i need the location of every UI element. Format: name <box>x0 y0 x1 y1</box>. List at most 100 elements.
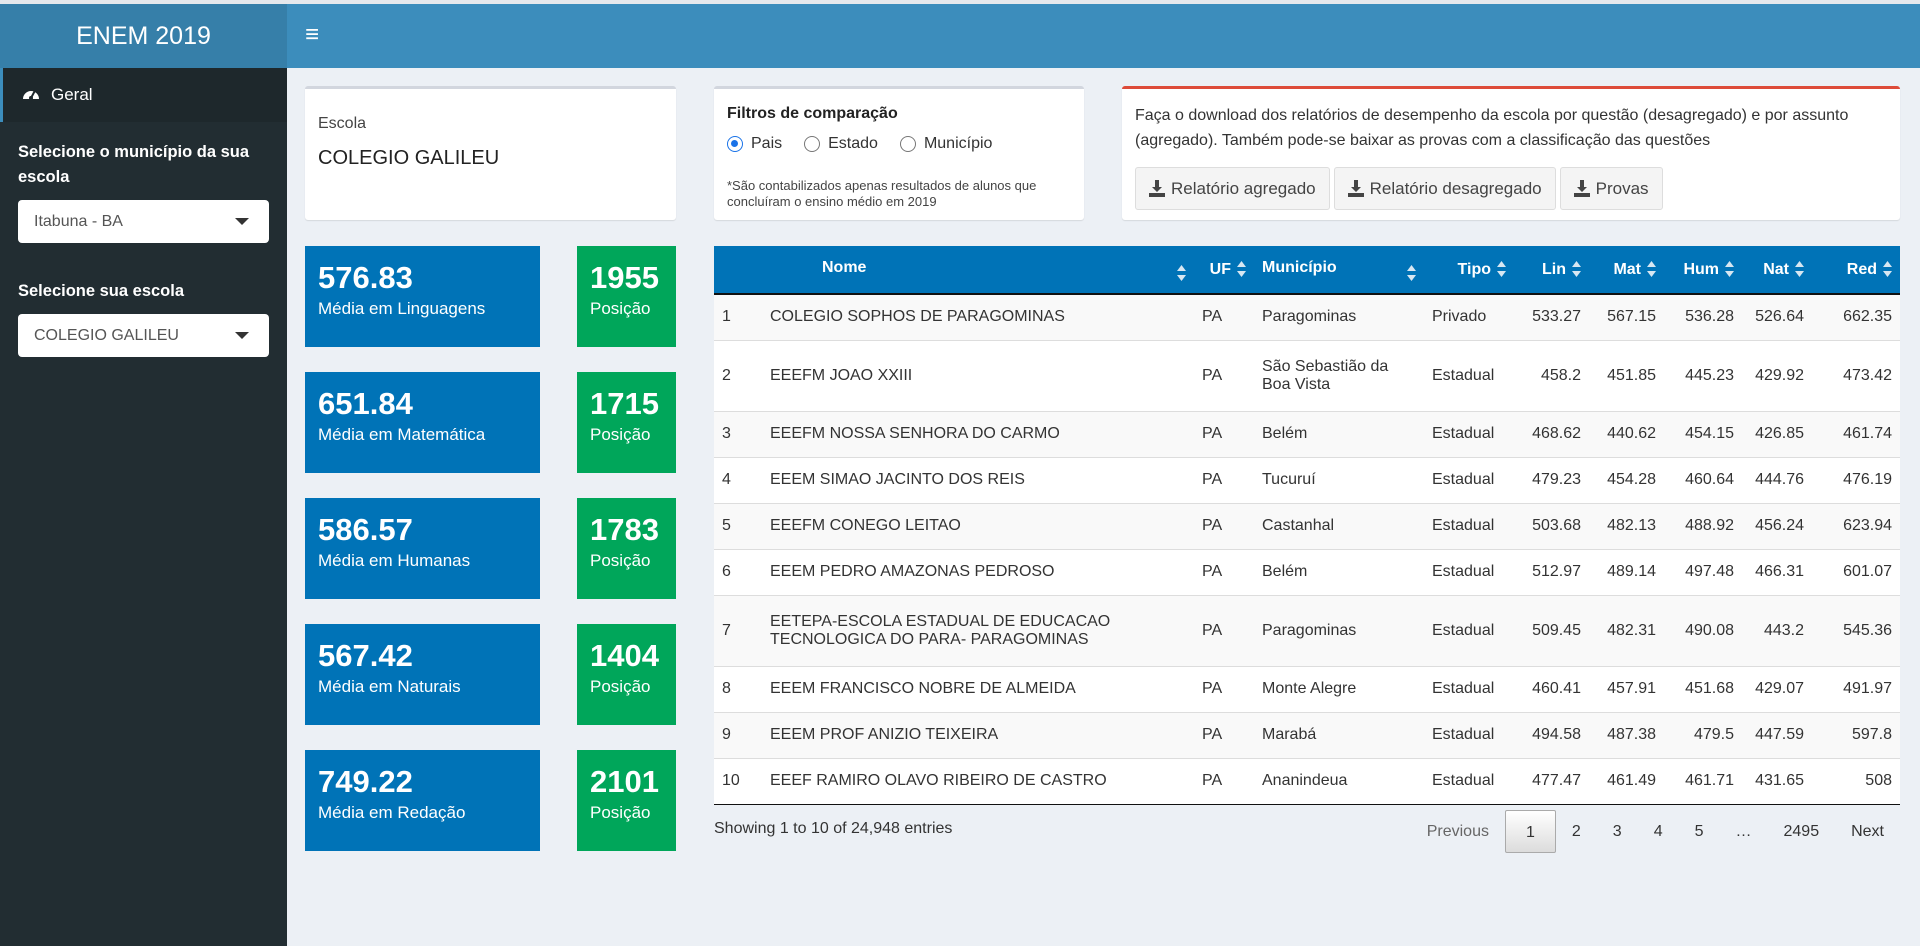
table-row[interactable]: 6 EEEM PEDRO AMAZONAS PEDROSO PA Belém E… <box>714 549 1900 595</box>
cell-lin: 460.41 <box>1532 680 1581 697</box>
cell-nat: 429.92 <box>1755 366 1804 384</box>
relatorio-desagregado-button[interactable]: Relatório desagregado <box>1333 167 1556 210</box>
cell-nat: 526.64 <box>1755 308 1804 326</box>
posicao-label: Posição <box>590 551 651 570</box>
radio-circle[interactable] <box>899 136 916 152</box>
cell-municipio: Paragominas <box>1262 308 1357 326</box>
radio-pais[interactable]: Pais <box>727 135 782 153</box>
cell-uf: PA <box>1202 772 1223 789</box>
dashboard-gauge-icon <box>23 91 39 100</box>
cell-nat: 429.07 <box>1755 680 1804 697</box>
media-value: 576.83 <box>318 260 413 295</box>
button-label: Relatório agregado <box>1171 178 1316 198</box>
table-row[interactable]: 4 EEEM SIMAO JACINTO DOS REIS PA Tucuruí… <box>714 457 1900 503</box>
provas-button[interactable]: Provas <box>1559 167 1663 210</box>
download-box: Faça o download dos relatórios de desemp… <box>1122 86 1900 220</box>
download-description: Faça o download dos relatórios de desemp… <box>1135 107 1849 149</box>
cell-index: 3 <box>722 425 731 442</box>
col-header-label: Hum <box>1683 260 1719 278</box>
table-row[interactable]: 1 COLEGIO SOPHOS DE PARAGOMINAS PA Parag… <box>714 294 1900 340</box>
cell-tipo: Privado <box>1432 308 1487 326</box>
cell-lin: 458.2 <box>1540 366 1581 384</box>
media-label: Média em Naturais <box>318 677 461 696</box>
pagination-page-3[interactable]: 3 <box>1597 810 1638 853</box>
hamburger-menu-icon[interactable]: ≡ <box>305 23 323 47</box>
download-icon <box>1573 180 1590 197</box>
sort-icon <box>1237 261 1246 278</box>
cell-nat: 426.85 <box>1755 425 1804 442</box>
cell-municipio: Monte Alegre <box>1262 680 1357 697</box>
table-row[interactable]: 3 EEEFM NOSSA SENHORA DO CARMO PA Belém … <box>714 411 1900 457</box>
table-row[interactable]: 10 EEEF RAMIRO OLAVO RIBEIRO DE CASTRO P… <box>714 758 1900 804</box>
cell-hum: 479.5 <box>1693 726 1734 743</box>
pagination-next[interactable]: Next <box>1835 810 1900 853</box>
municipio-select[interactable]: Itabuna - BA <box>18 200 269 243</box>
col-header-nome[interactable]: Nome <box>762 246 1194 295</box>
cell-hum: 497.48 <box>1685 563 1734 580</box>
cell-nome: EEEFM JOAO XXIII <box>770 366 913 384</box>
pagination-page-5[interactable]: 5 <box>1679 810 1720 853</box>
cell-tipo: Estadual <box>1432 772 1495 789</box>
radio-municipio[interactable]: Município <box>899 135 992 153</box>
posicao-value: 2101 <box>590 764 659 799</box>
col-header-lin[interactable]: Lin <box>1514 246 1589 295</box>
col-header-red[interactable]: Red <box>1812 246 1900 295</box>
filtros-note: *São contabilizados apenas resultados de… <box>727 178 1037 209</box>
radio-estado[interactable]: Estado <box>804 135 878 153</box>
pagination-page-last[interactable]: 2495 <box>1768 810 1836 853</box>
pagination-page-2[interactable]: 2 <box>1556 810 1597 853</box>
col-header-mat[interactable]: Mat <box>1589 246 1664 295</box>
cell-mat: 487.38 <box>1607 726 1656 743</box>
cell-lin: 494.58 <box>1532 726 1581 743</box>
pagination-page-1[interactable]: 1 <box>1504 810 1556 853</box>
cell-uf: PA <box>1202 563 1223 580</box>
cell-lin: 479.23 <box>1532 471 1581 488</box>
sort-icon <box>1647 261 1656 278</box>
posicao-value: 1404 <box>590 638 659 673</box>
cell-red: 473.42 <box>1843 366 1892 384</box>
table-row[interactable]: 2 EEEFM JOAO XXIII PA São Sebastião da B… <box>714 340 1900 411</box>
table-row[interactable]: 8 EEEM FRANCISCO NOBRE DE ALMEIDA PA Mon… <box>714 666 1900 712</box>
escola-select[interactable]: COLEGIO GALILEU <box>18 314 269 357</box>
cell-hum: 445.23 <box>1685 366 1734 384</box>
col-header-municipio[interactable]: Município <box>1254 246 1424 295</box>
pagination: Previous 1 2 3 4 5 … 2495 Next <box>1411 810 1900 853</box>
relatorio-agregado-button[interactable]: Relatório agregado <box>1135 167 1330 210</box>
cell-hum: 460.64 <box>1685 471 1734 488</box>
cell-tipo: Estadual <box>1432 425 1495 442</box>
cell-lin: 477.47 <box>1532 772 1581 789</box>
cell-red: 476.19 <box>1843 471 1892 488</box>
table-row[interactable]: 9 EEEM PROF ANIZIO TEIXEIRA PA Marabá Es… <box>714 712 1900 758</box>
pagination-page-4[interactable]: 4 <box>1638 810 1679 853</box>
table-row[interactable]: 5 EEEFM CONEGO LEITAO PA Castanhal Estad… <box>714 503 1900 549</box>
app-logo[interactable]: ENEM 2019 <box>0 4 287 68</box>
pagination-previous[interactable]: Previous <box>1411 810 1505 853</box>
media-matematica-box: 651.84 Média em Matemática <box>305 372 540 473</box>
cell-tipo: Estadual <box>1432 680 1495 697</box>
media-naturais-box: 567.42 Média em Naturais <box>305 624 540 725</box>
cell-nome: EEEM PEDRO AMAZONAS PEDROSO <box>770 563 1055 580</box>
posicao-linguagens-box: 1955 Posição <box>577 246 676 347</box>
radio-circle[interactable] <box>727 136 743 152</box>
sort-icon <box>1177 264 1186 281</box>
cell-hum: 454.15 <box>1685 425 1734 442</box>
cell-nat: 466.31 <box>1755 563 1804 580</box>
cell-hum: 488.92 <box>1685 517 1734 534</box>
col-header-nat[interactable]: Nat <box>1742 246 1812 295</box>
posicao-value: 1715 <box>590 386 659 421</box>
table-row[interactable]: 7 EETEPA-ESCOLA ESTADUAL DE EDUCACAO TEC… <box>714 595 1900 666</box>
escola-box-name: COLEGIO GALILEU <box>318 147 500 169</box>
col-header-label: Tipo <box>1457 260 1491 278</box>
cell-municipio: Ananindeua <box>1262 772 1348 789</box>
media-value: 749.22 <box>318 764 413 799</box>
radio-circle[interactable] <box>804 136 821 152</box>
cell-nome: COLEGIO SOPHOS DE PARAGOMINAS <box>770 308 1065 326</box>
cell-lin: 503.68 <box>1532 517 1581 534</box>
col-header-uf[interactable]: UF <box>1194 246 1254 295</box>
cell-municipio: Paragominas <box>1262 621 1357 639</box>
col-header-hum[interactable]: Hum <box>1664 246 1742 295</box>
cell-mat: 440.62 <box>1607 425 1656 442</box>
cell-uf: PA <box>1202 517 1223 534</box>
col-header-tipo[interactable]: Tipo <box>1424 246 1514 295</box>
sidebar-item-geral[interactable]: Geral <box>0 68 287 122</box>
